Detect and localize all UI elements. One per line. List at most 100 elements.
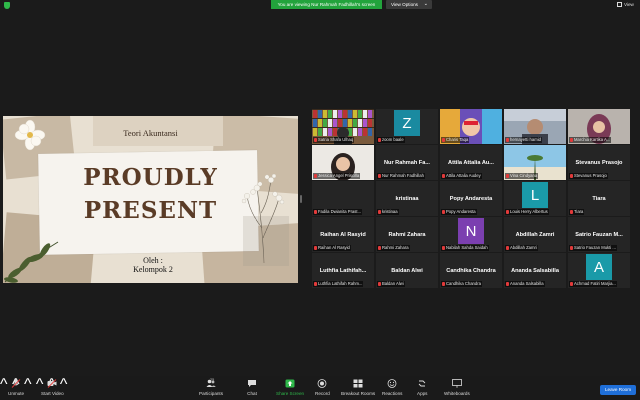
chat-label: Chat — [247, 391, 257, 396]
participant-tile[interactable]: Zzoom baale — [376, 109, 438, 144]
participant-tile[interactable]: Jessica Angel Priscilla — [312, 145, 374, 180]
participant-name: Popy Andaresta — [446, 209, 476, 214]
share-screen-icon — [285, 379, 295, 388]
chat-button[interactable]: Chat — [247, 379, 257, 399]
viewing-screen-banner: You are viewing Nur Rahmah Fadhillah's s… — [271, 0, 382, 9]
participant-tile[interactable]: Candhika Chandra Candhika Chandra — [440, 253, 502, 288]
muted-mic-icon — [442, 282, 445, 286]
participant-name-caption: hernayetti hamid — [505, 137, 542, 143]
participant-tile[interactable]: hernayetti hamid — [504, 109, 566, 144]
grid-icon — [617, 2, 622, 7]
participant-tile[interactable]: Satria Shafa Ulhaq — [312, 109, 374, 144]
apps-button[interactable]: Apps — [417, 379, 427, 399]
participants-button[interactable]: 25 Participants — [199, 378, 223, 399]
view-options-label: View Options — [391, 2, 418, 7]
splitter-handle[interactable] — [300, 195, 302, 203]
muted-mic-icon — [506, 246, 509, 250]
breakout-rooms-button[interactable]: Breakout Rooms — [341, 379, 375, 399]
muted-mic-icon — [314, 138, 317, 142]
top-bar: You are viewing Nur Rahmah Fadhillah's s… — [0, 0, 640, 10]
participant-tile[interactable]: Marchia Kartika A... — [568, 109, 630, 144]
participant-tile[interactable]: Ananda Salsabilla Ananda Salsabilla — [504, 253, 566, 288]
participant-name: Ananda Salsabilla — [510, 281, 544, 286]
slide-headline-line2: PRESENT — [83, 197, 218, 224]
participant-name-caption: Satrio Fauzan Mukti ... — [569, 245, 617, 251]
leave-room-button[interactable]: Leave Room — [600, 385, 636, 395]
participant-tile[interactable]: Raihan Al Rasyid Raihan Al Rasyid — [312, 217, 374, 252]
participant-tile[interactable]: Luthfia Lathifah... Luthfia Lathifah Rahm… — [312, 253, 374, 288]
slide-headline-line1: PROUDLY — [83, 164, 218, 191]
muted-mic-icon — [506, 138, 509, 142]
participant-tile[interactable]: Baldan Alwi Baldan Alwi — [376, 253, 438, 288]
participant-name-caption: Candhika Chandra — [441, 281, 482, 287]
participant-tile[interactable]: kristinaa kristinaa — [376, 181, 438, 216]
view-button[interactable]: View — [617, 1, 634, 9]
muted-mic-icon — [570, 282, 573, 286]
participant-name: Louis Herry Albertus — [510, 209, 548, 214]
muted-mic-icon — [378, 210, 381, 214]
participant-tile[interactable]: Attila Attalia Au... Attila Attalia Audey — [440, 145, 502, 180]
participant-name-caption: Attila Attalia Audey — [441, 173, 482, 179]
whiteboards-button[interactable]: Whiteboards — [444, 379, 470, 399]
participant-tile[interactable]: N Nabilah Sahda Saidah — [440, 217, 502, 252]
view-options-button[interactable]: View Options ⌄ — [386, 0, 432, 9]
participant-tile[interactable]: L Louis Herry Albertus — [504, 181, 566, 216]
muted-mic-icon — [506, 210, 509, 214]
participant-name: Baldan Alwi — [382, 281, 404, 286]
participant-name-caption: Nabilah Sahda Saidah — [441, 245, 489, 251]
leaf-branch-icon — [4, 241, 59, 283]
muted-mic-icon — [442, 174, 445, 178]
record-label: Record — [315, 391, 330, 396]
participant-tile[interactable]: Popy Andaresta Popy Andaresta — [440, 181, 502, 216]
share-screen-button[interactable]: Share Screen — [276, 379, 304, 399]
reactions-button[interactable]: Reactions — [382, 379, 402, 399]
muted-mic-icon — [378, 138, 381, 142]
participant-name: Nur Rahmah Fadhillah — [382, 173, 424, 178]
video-off-icon — [47, 379, 57, 388]
chat-options-caret-icon[interactable]: ^ — [24, 376, 32, 393]
participant-tile[interactable]: A Achmad Fatiri Marjia... — [568, 253, 630, 288]
participant-tile[interactable]: Abdillah Zamri Abdillah Zamri — [504, 217, 566, 252]
participant-gallery: Satria Shafa Ulhaq Zzoom baale Charis Taqa… — [312, 109, 630, 289]
unmute-button[interactable]: Unmute — [8, 379, 24, 399]
breakout-rooms-label: Breakout Rooms — [341, 391, 376, 396]
breakout-rooms-icon — [353, 379, 363, 388]
chat-bubble-icon — [248, 380, 256, 387]
participant-name-caption: Charis Taqa — [441, 137, 470, 143]
participant-name: Satria Shafa Ulhaq — [318, 137, 354, 142]
participant-tile[interactable]: Charis Taqa — [440, 109, 502, 144]
participant-name-caption: Rahmi Zahara — [377, 245, 410, 251]
participant-name-caption: Achmad Fatiri Marjia... — [569, 281, 617, 287]
participant-name-caption: Fadila Dwianita Prast... — [313, 209, 363, 215]
participant-name: Fadila Dwianita Prast... — [318, 209, 362, 214]
chevron-down-icon: ⌄ — [423, 1, 428, 7]
muted-mic-icon — [314, 246, 317, 250]
participant-tile[interactable]: Nur Rahmah Fa... Nur Rahmah Fadhillah — [376, 145, 438, 180]
participant-tile[interactable]: Stevanus Prasojo Stevanus Prasojo — [568, 145, 630, 180]
participant-tile[interactable]: Vina Cindyana — [504, 145, 566, 180]
zoom-meeting-window: You are viewing Nur Rahmah Fadhillah's s… — [0, 0, 640, 400]
participant-tile[interactable]: Rahmi Zahara Rahmi Zahara — [376, 217, 438, 252]
participant-tile[interactable]: Fadila Dwianita Prast... — [312, 181, 374, 216]
muted-mic-icon — [506, 282, 509, 286]
participant-name-caption: Satria Shafa Ulhaq — [313, 137, 355, 143]
muted-microphone-icon — [11, 379, 21, 388]
record-icon — [318, 379, 327, 388]
muted-mic-icon — [314, 174, 317, 178]
participant-name-caption: Abdillah Zamri — [505, 245, 538, 251]
start-video-label: Start Video — [41, 391, 64, 396]
participant-tile[interactable]: Satrio Fauzan M... Satrio Fauzan Mukti ..… — [568, 217, 630, 252]
record-button[interactable]: Record — [315, 379, 330, 399]
participant-name-caption: Marchia Kartika A... — [569, 137, 612, 143]
participant-name-caption: zoom baale — [377, 137, 405, 143]
participant-avatar: A — [586, 254, 612, 280]
participant-name-caption: Baldan Alwi — [377, 281, 405, 287]
participant-tile[interactable]: Tiara Tiara — [568, 181, 630, 216]
audio-options-caret-icon[interactable]: ^ — [0, 376, 8, 393]
participant-name-caption: Ananda Salsabilla — [505, 281, 545, 287]
participant-name-caption: Louis Herry Albertus — [505, 209, 549, 215]
start-video-button[interactable]: Start Video — [41, 379, 64, 399]
security-shield-icon[interactable] — [4, 2, 10, 9]
shared-screen: Teori Akuntansi PROUDLY PRESENT Oleh : K… — [3, 116, 298, 283]
muted-mic-icon — [378, 282, 381, 286]
